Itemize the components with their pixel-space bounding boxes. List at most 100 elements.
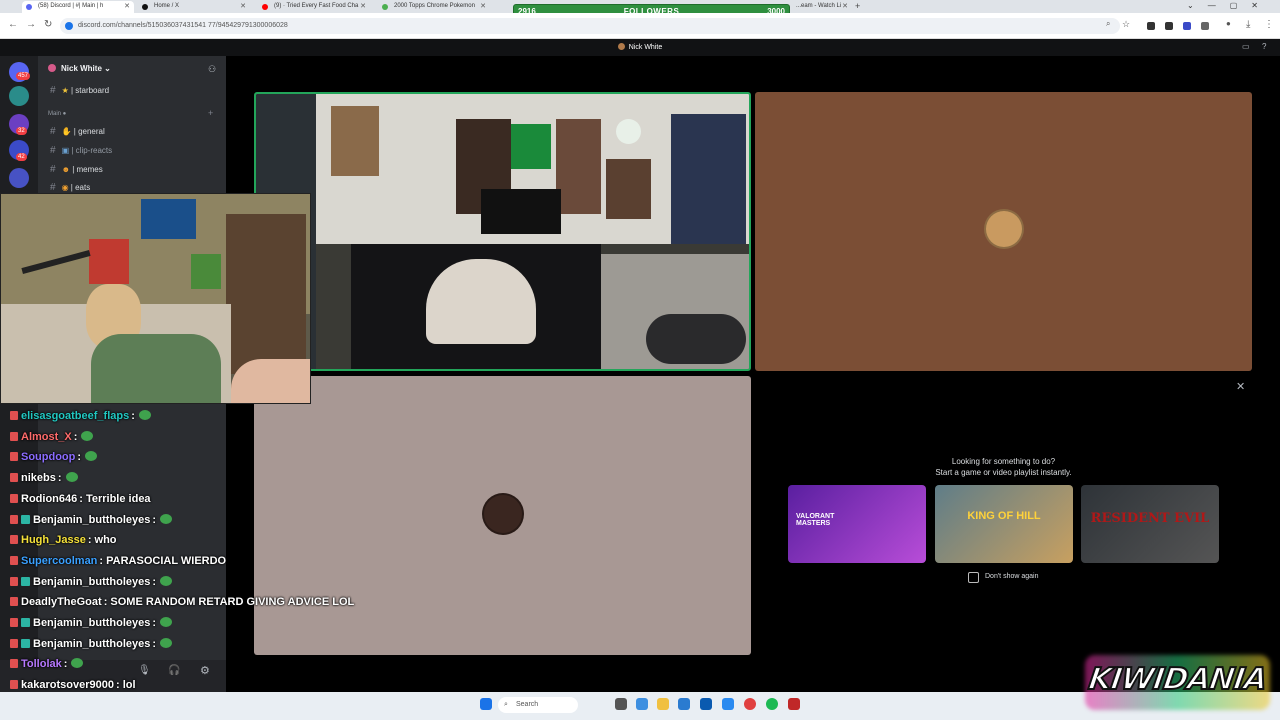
- extension-icon[interactable]: [1201, 22, 1209, 30]
- task-view-icon[interactable]: [615, 698, 627, 710]
- app-icon[interactable]: [722, 698, 734, 710]
- edge-icon[interactable]: [636, 698, 648, 710]
- chat-username: Benjamin_buttholeyes: [33, 575, 151, 588]
- activity-card-title: VALORANT MASTERS: [796, 513, 835, 527]
- close-icon[interactable]: ✕: [1236, 380, 1245, 393]
- star-icon: ★: [61, 86, 69, 95]
- chat-text: :: [152, 513, 157, 526]
- tab-discord[interactable]: (58) Discord | #| Main | h ✕: [22, 1, 134, 13]
- invite-people-icon[interactable]: ⚇: [208, 64, 216, 75]
- pokemon-favicon-icon: [382, 4, 388, 10]
- close-tab-icon[interactable]: ✕: [124, 1, 130, 12]
- streamer-facecam: [0, 193, 311, 404]
- chat-badge-icon: [21, 618, 30, 627]
- beanie: [426, 259, 536, 344]
- chat-username: Benjamin_buttholeyes: [33, 637, 151, 650]
- x-favicon-icon: [142, 4, 148, 10]
- activity-card-king-of-hill[interactable]: KING OF HILL: [935, 485, 1073, 563]
- forward-icon[interactable]: →: [26, 19, 36, 30]
- chat-message: Benjamin_buttholeyes:: [10, 637, 173, 650]
- close-tab-icon[interactable]: ✕: [360, 1, 366, 12]
- channel-starboard[interactable]: # ★ | starboard: [50, 85, 109, 96]
- video-tile-participant[interactable]: [755, 92, 1252, 371]
- chat-text: :: [152, 617, 157, 629]
- close-tab-icon[interactable]: ✕: [240, 1, 246, 12]
- activity-prompt-line: Start a game or video playlist instantly…: [935, 468, 1072, 477]
- mail-icon[interactable]: [700, 698, 712, 710]
- screen: (58) Discord | #| Main | h ✕ Home / X ✕ (9…: [0, 0, 1280, 720]
- chat-text: :: [73, 430, 78, 443]
- video-tile-camera[interactable]: [254, 92, 751, 371]
- chrome-icon[interactable]: [744, 698, 756, 710]
- chat-emote-icon: [160, 637, 173, 648]
- spotify-icon[interactable]: [766, 698, 778, 710]
- chat-platform-icon: [10, 452, 18, 462]
- channel-clip-reacts[interactable]: # ▣ | clip-reacts: [50, 145, 112, 156]
- tab-twitch[interactable]: ...eam - Watch Li ✕: [780, 1, 852, 13]
- new-tab-icon[interactable]: +: [855, 0, 860, 12]
- bookmark-star-icon[interactable]: ☆: [1122, 19, 1130, 30]
- chat-badge-icon: [21, 638, 30, 648]
- server-name[interactable]: Nick White ⌄: [48, 64, 111, 73]
- category-label: Main: [48, 111, 62, 117]
- file-explorer-icon[interactable]: [657, 698, 669, 710]
- chat-platform-icon: [10, 680, 18, 690]
- taskbar-search[interactable]: ⌕ Search: [498, 697, 578, 713]
- chat-username: DeadlyTheGoat: [21, 596, 102, 609]
- extension-icon[interactable]: [1183, 22, 1191, 30]
- activity-card-valorant[interactable]: VALORANT MASTERS: [788, 485, 926, 563]
- chat-username: Hugh_Jasse: [21, 534, 86, 547]
- close-tab-icon[interactable]: ✕: [842, 1, 848, 12]
- site-info-icon: [65, 22, 73, 30]
- downloads-icon[interactable]: ⤓: [1246, 19, 1250, 30]
- hash-icon: #: [50, 145, 56, 156]
- activity-prompt-line: Looking for something to do?: [951, 457, 1056, 466]
- menu-kebab-icon[interactable]: ⋮: [1264, 19, 1274, 30]
- url-field[interactable]: discord.com/channels/515036037431541 77/…: [60, 18, 1120, 34]
- zoom-icon[interactable]: ⌕: [1106, 19, 1110, 29]
- window-controls[interactable]: ⌄—▢✕: [1187, 0, 1272, 12]
- dont-show-again-checkbox[interactable]: [968, 572, 979, 583]
- chat-username: Supercoolman: [21, 554, 98, 567]
- chat-platform-icon: [10, 555, 18, 565]
- call-title: Nick White: [0, 43, 1280, 51]
- reload-icon[interactable]: ↻: [44, 19, 52, 30]
- server-icon[interactable]: [9, 168, 29, 188]
- start-icon[interactable]: [480, 698, 492, 710]
- chat-username: Almost_X: [21, 430, 72, 443]
- chat-text: : who: [87, 534, 117, 547]
- close-tab-icon[interactable]: ✕: [480, 1, 486, 12]
- chat-platform-icon: [10, 493, 18, 503]
- discord-favicon-icon: [26, 4, 32, 10]
- chat-emote-icon: [71, 658, 84, 669]
- chat-message: kakarotsover9000: lol: [10, 679, 136, 691]
- wave-emoji-icon: ✋: [61, 127, 72, 136]
- chat-emote-icon: [65, 472, 78, 483]
- chat-platform-icon: [10, 576, 18, 586]
- chat-badge-icon: [21, 576, 30, 586]
- poster: [556, 119, 601, 214]
- app-icon[interactable]: [788, 698, 800, 710]
- tab-youtube[interactable]: (9) · Tried Every Fast Food Cha ✕: [258, 1, 370, 13]
- store-icon[interactable]: [678, 698, 690, 710]
- popout-icon[interactable]: ▭: [1242, 42, 1250, 51]
- chat-username: Rodion646: [21, 492, 78, 505]
- channel-general[interactable]: # ✋ | general: [50, 126, 105, 137]
- add-channel-icon[interactable]: +: [208, 108, 213, 118]
- activity-card-resident-evil[interactable]: RESIDENT EVIL: [1081, 485, 1219, 563]
- tab-pokemon[interactable]: 2000 Topps Chrome Pokemon ✕: [378, 1, 490, 13]
- channel-memes[interactable]: # ☻ | memes: [50, 164, 103, 175]
- clip-emoji-icon: ▣: [61, 146, 70, 155]
- profile-icon[interactable]: ●: [1226, 19, 1231, 28]
- monitor: [481, 189, 561, 234]
- youtube-favicon-icon: [262, 4, 268, 10]
- extension-icon[interactable]: [1165, 22, 1173, 30]
- channel-eats[interactable]: # ◉ | eats: [50, 182, 90, 193]
- help-icon[interactable]: ?: [1262, 42, 1266, 51]
- back-icon[interactable]: ←: [8, 19, 18, 30]
- category-main[interactable]: Main ●: [48, 111, 66, 117]
- server-icon[interactable]: [9, 86, 29, 106]
- tab-x[interactable]: Home / X ✕: [138, 1, 250, 13]
- picture-frame: [606, 159, 651, 219]
- extension-icon[interactable]: [1147, 22, 1155, 30]
